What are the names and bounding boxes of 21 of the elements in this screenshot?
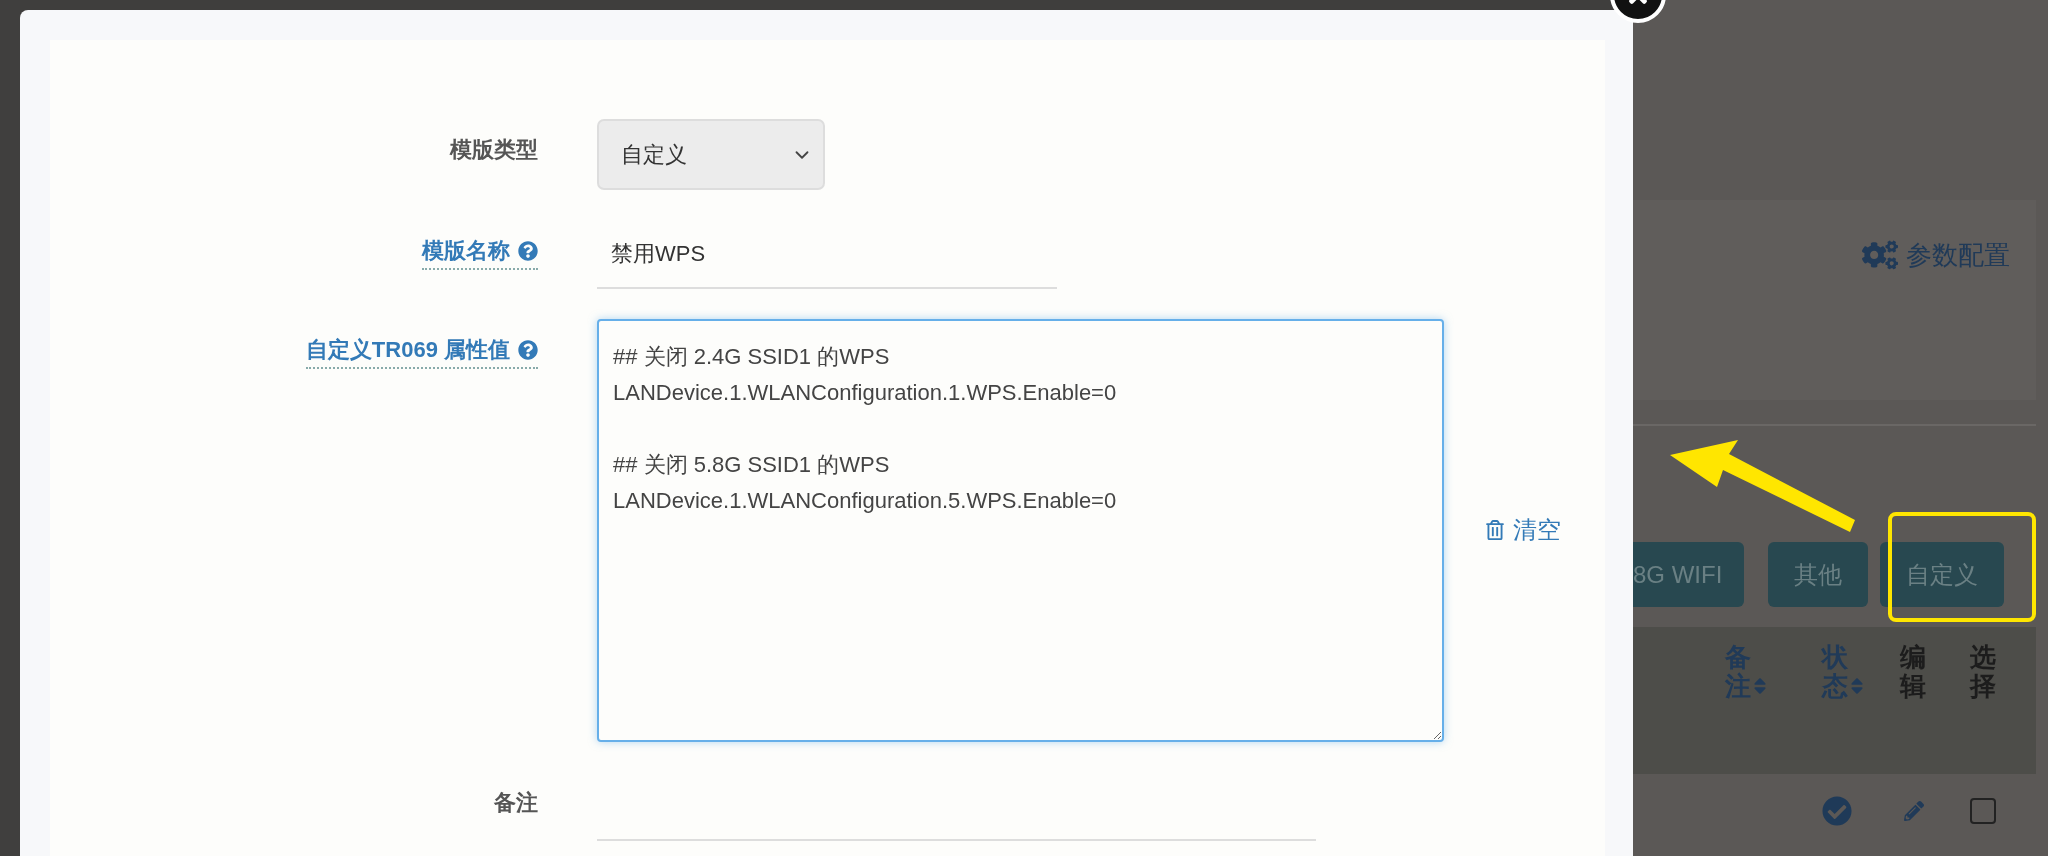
help-icon[interactable]	[518, 241, 538, 261]
settings-link[interactable]: 参数配置	[1862, 237, 2010, 273]
trash-icon	[1484, 520, 1505, 540]
input-value: 禁用WPS	[611, 239, 706, 268]
help-icon[interactable]	[518, 340, 538, 360]
filter-button[interactable]: 其他	[1768, 542, 1869, 607]
field-label: 自定义TR069 属性值	[305, 336, 510, 364]
row-checkbox[interactable]	[1970, 798, 1996, 824]
filter-button[interactable]: 8G WIFI	[1633, 542, 1745, 607]
field-label: 模版名称	[422, 237, 510, 265]
field-label: 备注	[494, 789, 538, 817]
select-value: 自定义	[621, 140, 687, 169]
template-type-select[interactable]: 自定义	[597, 119, 825, 190]
filter-button[interactable]: 自定义	[1880, 542, 2005, 607]
field-label: 模版类型	[450, 136, 538, 164]
text-input[interactable]: 禁用WPS	[597, 220, 1057, 289]
textarea-field[interactable]: ## 关闭 2.4G SSID1 的WPS LANDevice.1.WLANConfiguration.1.WPS.Enable=0 ## 关闭 5.8G SSID1 的WPS LANDevice.1.WLANConfiguration.5.WPS.Enable=0	[597, 319, 1444, 742]
sort-icon[interactable]	[1753, 676, 1767, 697]
pencil-icon[interactable]	[1904, 801, 1924, 821]
clear-link[interactable]: 清空	[1484, 514, 1605, 546]
sort-icon[interactable]	[1850, 676, 1864, 697]
